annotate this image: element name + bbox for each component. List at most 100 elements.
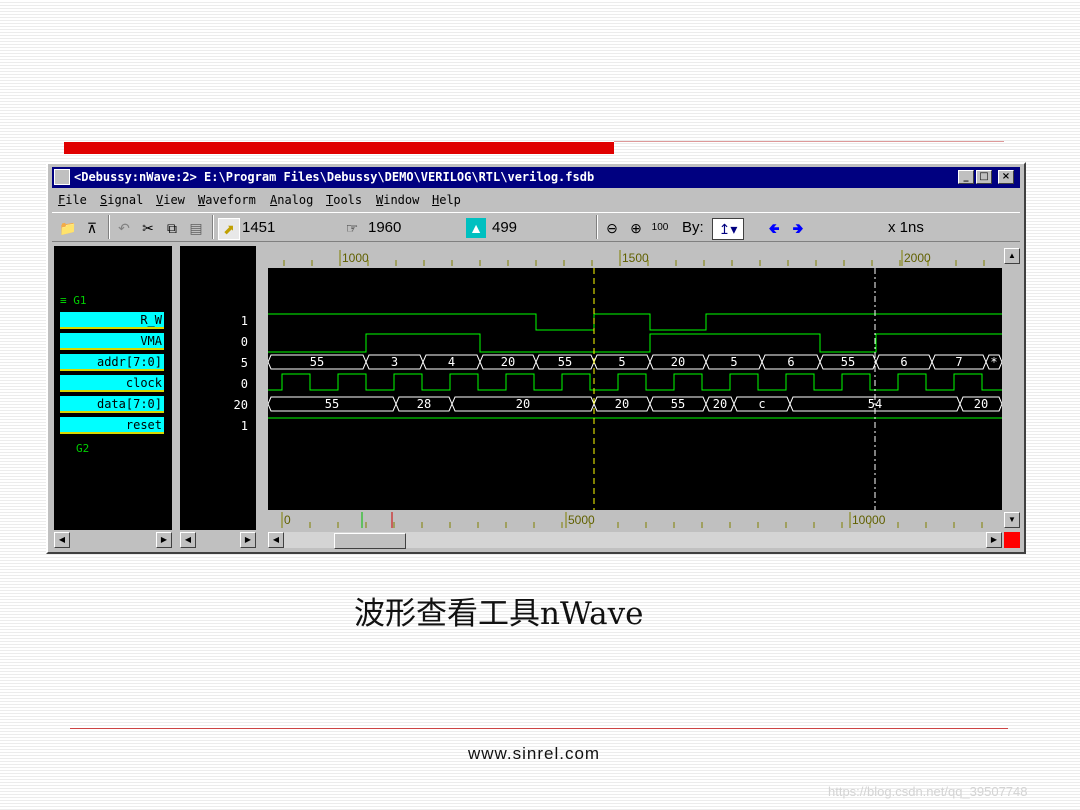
menu-waveform[interactable]: Waveform [198, 193, 256, 207]
app-icon[interactable] [54, 169, 70, 185]
addr-bus-value: 55 [841, 355, 855, 369]
scroll-thumb[interactable] [334, 533, 406, 549]
value-data: 20 [233, 398, 248, 412]
addr-bus-value: * [990, 355, 997, 369]
delta-icon[interactable]: ▲ [466, 218, 486, 238]
menu-signal[interactable]: Signal [100, 193, 143, 207]
signal-name-r-w[interactable]: R_W [60, 312, 164, 329]
group-g1-label[interactable]: ≡ G1 [60, 294, 87, 307]
wave-vertical-scrollbar[interactable]: ▲ ▼ [1004, 248, 1020, 528]
toolbar-separator [212, 215, 214, 239]
open-folder-icon[interactable]: 📁 [58, 218, 78, 238]
scroll-down-arrow-icon[interactable]: ▼ [1004, 512, 1020, 528]
group-g1-name: G1 [73, 294, 87, 307]
menu-tools[interactable]: Tools [326, 193, 362, 207]
cursor-arrow-icon[interactable]: ⬈ [218, 218, 240, 240]
minimize-button[interactable]: _ [958, 170, 974, 184]
toolbar-separator [596, 215, 598, 239]
overview-ruler[interactable] [268, 510, 1002, 530]
data-bus-value: 20 [974, 397, 988, 411]
paste-icon[interactable]: ▤ [186, 218, 206, 238]
signal-value-pane[interactable]: 1 0 5 0 20 1 [180, 246, 256, 530]
menu-help[interactable]: Help [432, 193, 461, 207]
decor-red-bar [64, 142, 614, 154]
scroll-left-arrow-icon[interactable]: ◀ [54, 532, 70, 548]
waveform-canvas[interactable]: 1000 1500 2000 0 5000 10000 55 3 4 20 55 5 20 5 6 55 6… [267, 248, 1003, 530]
value-pane-scrollbar[interactable]: ◀ ▶ [180, 532, 256, 548]
value-clock: 0 [240, 377, 248, 391]
addr-bus-value: 5 [618, 355, 625, 369]
zoom-out-icon[interactable]: ⊖ [602, 218, 622, 238]
watermark: https://blog.csdn.net/qq_39507748 [828, 784, 1028, 799]
zoom-in-icon[interactable]: ⊕ [626, 218, 646, 238]
signal-name-pane[interactable]: ≡ G1 R_W VMA addr[7:0] clock data[7:0] r… [54, 246, 172, 530]
menu-view[interactable]: View [156, 193, 185, 207]
window-title: <Debussy:nWave:2> E:\Program Files\Debus… [74, 170, 595, 184]
value-r-w: 1 [240, 314, 248, 328]
wave-clock [268, 373, 1002, 391]
toolbar-separator [108, 215, 110, 239]
name-pane-scrollbar[interactable]: ◀ ▶ [54, 532, 172, 548]
addr-bus-value: 55 [558, 355, 572, 369]
addr-bus-value: 55 [310, 355, 324, 369]
menu-bar: File Signal View Waveform Analog Tools W… [52, 190, 1020, 210]
data-bus-value: 20 [615, 397, 629, 411]
undo-icon[interactable]: ↶ [114, 218, 134, 238]
overview-tick-label: 0 [284, 513, 291, 527]
scroll-right-arrow-icon[interactable]: ▶ [240, 532, 256, 548]
scroll-right-arrow-icon[interactable]: ▶ [156, 532, 172, 548]
marker-time: 1960 [368, 219, 402, 236]
signal-name-data[interactable]: data[7:0] [60, 396, 164, 413]
addr-bus-value: 3 [391, 355, 398, 369]
scroll-right-arrow-icon[interactable]: ▶ [986, 532, 1002, 548]
maximize-button[interactable]: □ [976, 170, 992, 184]
corner-status-indicator [1004, 532, 1020, 548]
wave-horizontal-scrollbar[interactable]: ◀ ▶ [268, 532, 1002, 549]
signal-name-addr[interactable]: addr[7:0] [60, 354, 164, 371]
addr-bus-value: 6 [900, 355, 907, 369]
addr-bus-value: 20 [671, 355, 685, 369]
data-bus-value: 28 [417, 397, 431, 411]
addr-bus-value: 6 [787, 355, 794, 369]
footer-url: www.sinrel.com [468, 744, 601, 763]
nwave-window: <Debussy:nWave:2> E:\Program Files\Debus… [46, 162, 1026, 554]
toolbar: 📁 ⊼ ↶ ✂ ⧉ ▤ ⬈ 1451 ☞ 1960 ▲ 499 ⊖ ⊕ 100 … [52, 212, 1020, 242]
search-forward-arrow-icon[interactable]: 🢂 [788, 218, 808, 238]
title-bar[interactable]: <Debussy:nWave:2> E:\Program Files\Debus… [52, 167, 1020, 188]
time-unit-label: x 1ns [888, 219, 924, 236]
marker-hand-icon[interactable]: ☞ [342, 218, 362, 238]
menu-file[interactable]: File [58, 193, 87, 207]
wave-vma [268, 333, 1002, 353]
scroll-up-arrow-icon[interactable]: ▲ [1004, 248, 1020, 264]
signal-name-reset[interactable]: reset [60, 417, 164, 434]
slide-caption: 波形查看工具nWave [354, 596, 644, 632]
value-vma: 0 [240, 335, 248, 349]
search-backward-arrow-icon[interactable]: 🢀 [764, 218, 784, 238]
data-bus-value: 55 [325, 397, 339, 411]
delta-time: 499 [492, 219, 518, 236]
scroll-left-arrow-icon[interactable]: ◀ [268, 532, 284, 548]
edge-select-dropdown[interactable]: ↥▾ [712, 218, 744, 240]
addr-bus-value: 4 [448, 355, 455, 369]
ruler-tick-label: 1000 [342, 251, 369, 265]
search-by-label: By: [682, 219, 704, 236]
cut-icon[interactable]: ✂ [138, 218, 158, 238]
group-g2-label[interactable]: G2 [76, 442, 89, 455]
signal-name-clock[interactable]: clock [60, 375, 164, 392]
ruler-tick-label: 1500 [622, 251, 649, 265]
data-bus-value: 20 [713, 397, 727, 411]
menu-window[interactable]: Window [376, 193, 419, 207]
overview-tick-label: 5000 [568, 513, 595, 527]
signal-name-vma[interactable]: VMA [60, 333, 164, 350]
scroll-left-arrow-icon[interactable]: ◀ [180, 532, 196, 548]
menu-analog[interactable]: Analog [270, 193, 313, 207]
copy-icon[interactable]: ⧉ [162, 218, 182, 238]
signal-icon[interactable]: ⊼ [82, 218, 102, 238]
close-button[interactable]: × [998, 170, 1014, 184]
decor-top-rule [614, 141, 1004, 142]
value-reset: 1 [240, 419, 248, 433]
data-bus-value: c [758, 397, 765, 411]
waveform-pane[interactable]: 1000 1500 2000 0 5000 10000 55 3 4 20 55 5 20 5 6 55 6… [267, 248, 1003, 530]
wave-r-w [268, 313, 1002, 331]
zoom-fit-button[interactable]: 100 [650, 218, 670, 238]
